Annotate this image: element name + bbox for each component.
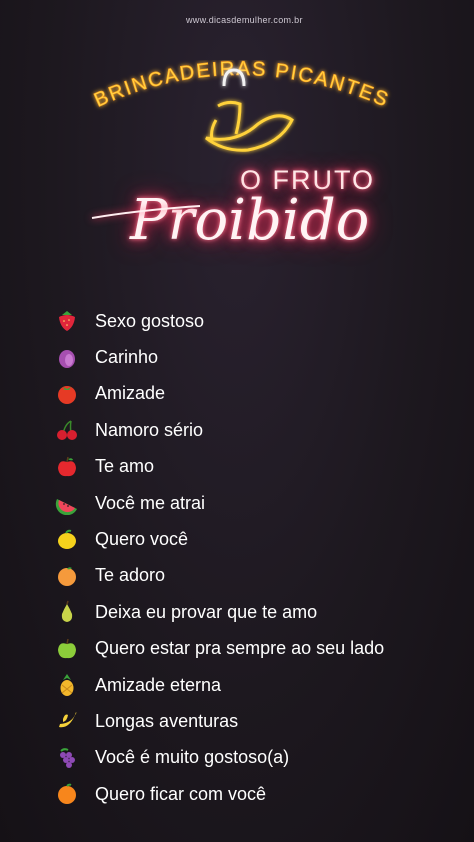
neon-underline [91, 205, 201, 219]
neon-logo: BRINCADEIRAS PICANTES O FRUTO Proibido [0, 60, 474, 290]
list-item: Deixa eu provar que te amo [54, 594, 384, 630]
list-item: Longas aventuras [54, 703, 384, 739]
item-label: Amizade eterna [95, 674, 222, 695]
item-label: Longas aventuras [95, 710, 239, 731]
item-label: Te adoro [95, 565, 166, 586]
list-item: Quero você [54, 521, 384, 557]
list-item: Quero estar pra sempre ao seu lado [54, 631, 384, 667]
item-label: Quero ficar com você [95, 783, 267, 804]
item-label: Carinho [95, 347, 159, 368]
list-item: Te adoro [54, 558, 384, 594]
item-label: Você é muito gostoso(a) [95, 747, 290, 768]
item-label: Amizade [95, 383, 166, 404]
item-label: Deixa eu provar que te amo [95, 601, 318, 622]
item-label: Quero você [95, 529, 189, 550]
lemon-icon [54, 527, 80, 553]
item-label: Sexo gostoso [95, 310, 205, 331]
sweet-potato-icon [54, 345, 80, 371]
list-item: Você me atrai [54, 485, 384, 521]
item-label: Te amo [95, 456, 155, 477]
red-apple-icon [54, 454, 80, 480]
tomato-icon [54, 381, 80, 407]
orange-icon [54, 781, 80, 807]
watermelon-icon [54, 490, 80, 516]
list-item: Te amo [54, 449, 384, 485]
list-item: Sexo gostoso [54, 303, 384, 339]
list-item: Você é muito gostoso(a) [54, 740, 384, 776]
list-item: Quero ficar com você [54, 776, 384, 812]
list-item: Namoro sério [54, 412, 384, 448]
pineapple-icon [54, 672, 80, 698]
fruit-list: Sexo gostoso Carinho Amizade Namoro séri… [54, 303, 384, 812]
list-item: Carinho [54, 339, 384, 375]
item-label: Quero estar pra sempre ao seu lado [95, 638, 385, 659]
list-item: Amizade eterna [54, 667, 384, 703]
grapes-icon [54, 745, 80, 771]
peach-icon [54, 563, 80, 589]
source-url: www.dicasdemulher.com.br [186, 15, 303, 25]
cherries-icon [54, 417, 80, 443]
banana-icon [54, 708, 80, 734]
list-item: Amizade [54, 376, 384, 412]
strawberry-icon [54, 308, 80, 334]
green-apple-icon [54, 636, 80, 662]
pear-icon [54, 599, 80, 625]
item-label: Namoro sério [95, 419, 204, 440]
item-label: Você me atrai [95, 492, 206, 513]
